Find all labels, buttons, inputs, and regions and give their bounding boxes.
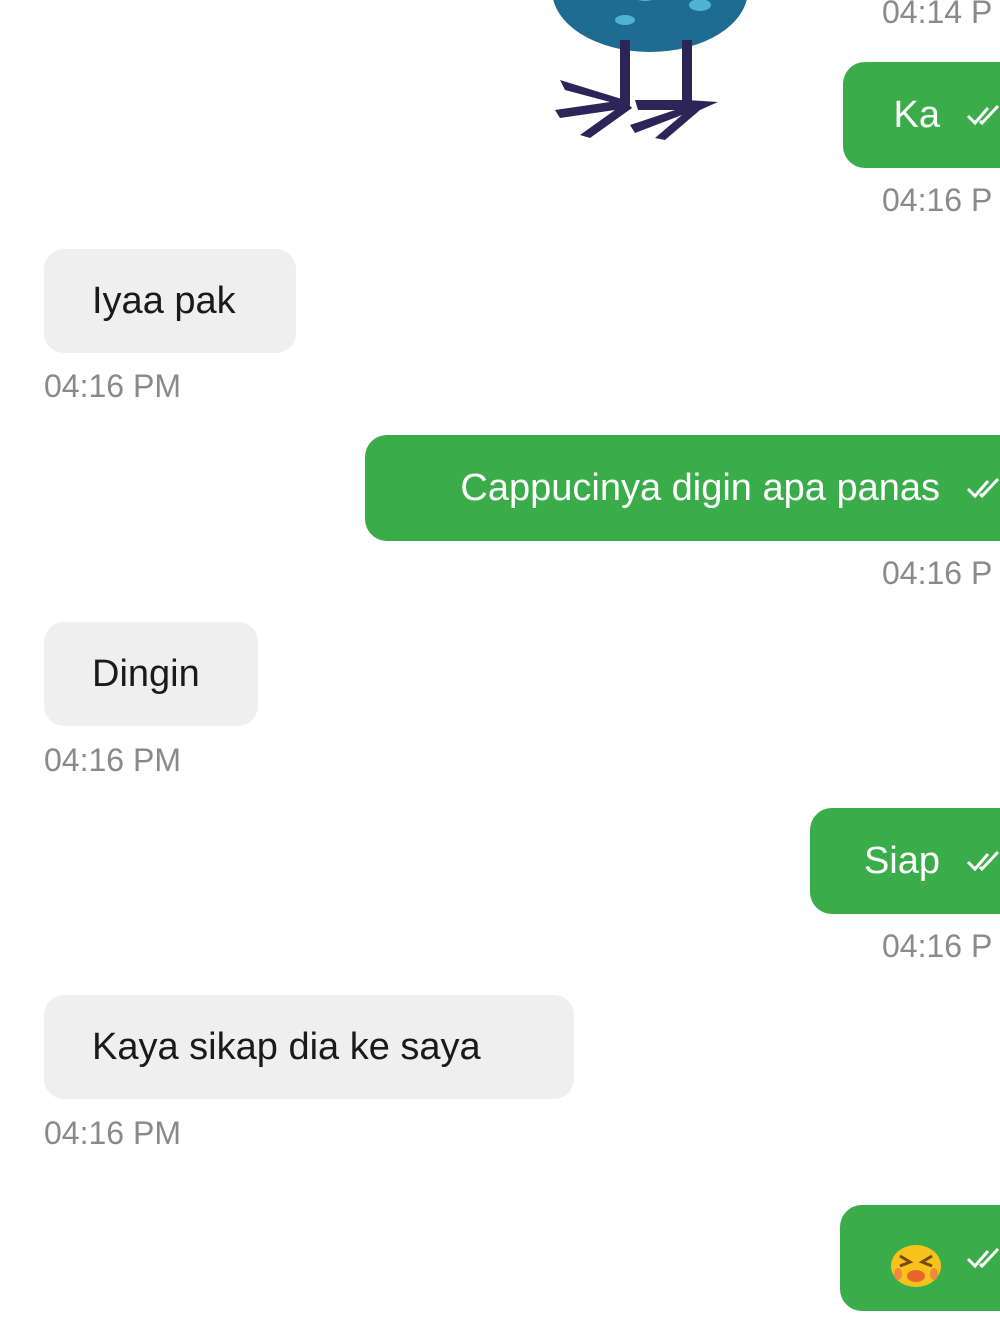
- crying-face-emoji-icon: [891, 1245, 941, 1287]
- message-bubble-incoming[interactable]: Iyaa pak: [44, 249, 296, 353]
- message-text: Dingin: [92, 653, 200, 695]
- message-text: Iyaa pak: [92, 280, 236, 322]
- read-double-check-icon: [966, 104, 1000, 126]
- message-bubble-incoming[interactable]: Dingin: [44, 622, 258, 726]
- message-timestamp: 04:16 PM: [44, 1115, 181, 1151]
- message-text: Ka: [893, 94, 940, 136]
- message-bubble-outgoing[interactable]: Cappucinya digin apa panas: [365, 435, 1000, 541]
- message-timestamp: 04:14 P: [882, 0, 993, 30]
- message-text: Cappucinya digin apa panas: [460, 467, 940, 509]
- message-bubble-outgoing[interactable]: Siap: [810, 808, 1000, 914]
- read-double-check-icon: [966, 477, 1000, 499]
- message-timestamp: 04:16 PM: [44, 742, 181, 778]
- message-timestamp: 04:16 P: [882, 555, 993, 591]
- read-double-check-icon: [966, 850, 1000, 872]
- message-bubble-outgoing[interactable]: Ka: [843, 62, 1000, 168]
- message-timestamp: 04:16 PM: [44, 368, 181, 404]
- message-timestamp: 04:16 P: [882, 928, 993, 964]
- bird-sticker-icon[interactable]: [540, 0, 790, 150]
- message-text: Siap: [863, 840, 940, 882]
- message-timestamp: 04:16 P: [882, 182, 993, 218]
- read-double-check-icon: [966, 1247, 1000, 1269]
- message-text: Kaya sikap dia ke saya: [92, 1026, 481, 1068]
- message-bubble-incoming[interactable]: Kaya sikap dia ke saya: [44, 995, 574, 1099]
